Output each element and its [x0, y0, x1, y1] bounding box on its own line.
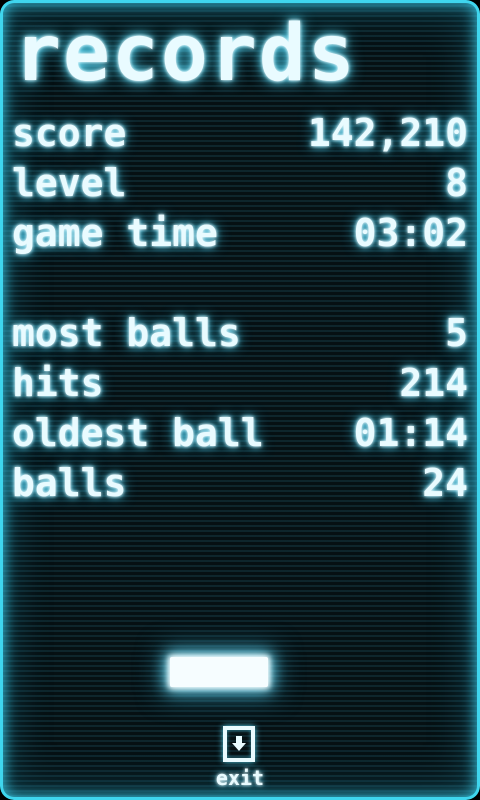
exit-button[interactable]: exit [212, 726, 268, 796]
down-arrow-icon [223, 726, 255, 762]
stat-row-balls: balls 24 [12, 460, 468, 506]
paddle[interactable] [170, 657, 268, 687]
records-screen: records score 142,210 level 8 game time … [0, 0, 480, 800]
stat-label: score [12, 111, 127, 155]
stat-row-oldest-ball: oldest ball 01:14 [12, 410, 468, 456]
stat-value: 214 [399, 361, 468, 405]
stat-value: 142,210 [307, 111, 468, 155]
stat-row-level: level 8 [12, 160, 468, 206]
stat-row-hits: hits 214 [12, 360, 468, 406]
stat-label: most balls [12, 311, 241, 355]
exit-label: exit [215, 766, 265, 790]
stat-value: 24 [422, 461, 468, 505]
stat-label: game time [12, 211, 218, 255]
stat-label: level [12, 161, 127, 205]
stat-label: oldest ball [12, 411, 264, 455]
stat-value: 03:02 [353, 211, 468, 255]
stat-value: 8 [445, 161, 468, 205]
stat-row-game-time: game time 03:02 [12, 210, 468, 256]
stat-value: 01:14 [353, 411, 468, 455]
stat-row-most-balls: most balls 5 [12, 310, 468, 356]
stat-label: hits [12, 361, 104, 405]
stat-row-score: score 142,210 [12, 110, 468, 156]
stat-label: balls [12, 461, 127, 505]
stat-value: 5 [445, 311, 468, 355]
page-title: records [14, 9, 357, 99]
